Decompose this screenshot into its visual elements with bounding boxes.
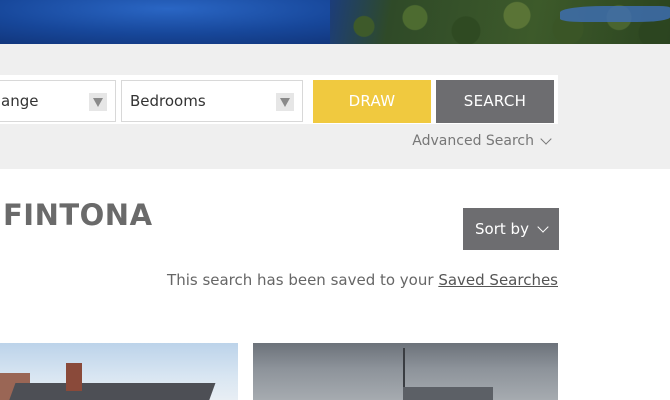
draw-button[interactable]: DRAW [313,80,431,123]
dropdown-arrow-icon [89,93,107,111]
hero-image [0,0,670,44]
saved-searches-link[interactable]: Saved Searches [438,271,558,289]
listing-thumbnail[interactable] [0,343,238,400]
photo-building [403,387,493,400]
chevron-down-icon [540,133,552,145]
advanced-search-label: Advanced Search [412,133,534,149]
bedrooms-select[interactable]: Bedrooms [121,80,303,122]
search-button[interactable]: SEARCH [436,80,554,123]
listing-thumbnail[interactable] [253,343,558,400]
price-range-select[interactable]: ange [0,80,116,122]
chevron-down-icon [537,221,549,233]
search-row: ange Bedrooms DRAW SEARCH [0,75,558,124]
sort-by-label: Sort by [475,220,529,238]
bedrooms-value: Bedrooms [130,92,206,110]
search-band: ange Bedrooms DRAW SEARCH Advanced Searc… [0,44,670,169]
sort-by-button[interactable]: Sort by [463,208,559,250]
house-photo-chimney [66,363,82,391]
house-photo-roof [4,383,216,400]
advanced-search-toggle[interactable]: Advanced Search [412,133,552,149]
hero-water [560,6,670,22]
price-range-value: ange [1,92,39,110]
saved-note-text: This search has been saved to your [167,271,439,289]
saved-search-note: This search has been saved to your Saved… [167,271,558,289]
dropdown-arrow-icon [276,93,294,111]
page-title: FINTONA [3,198,153,232]
